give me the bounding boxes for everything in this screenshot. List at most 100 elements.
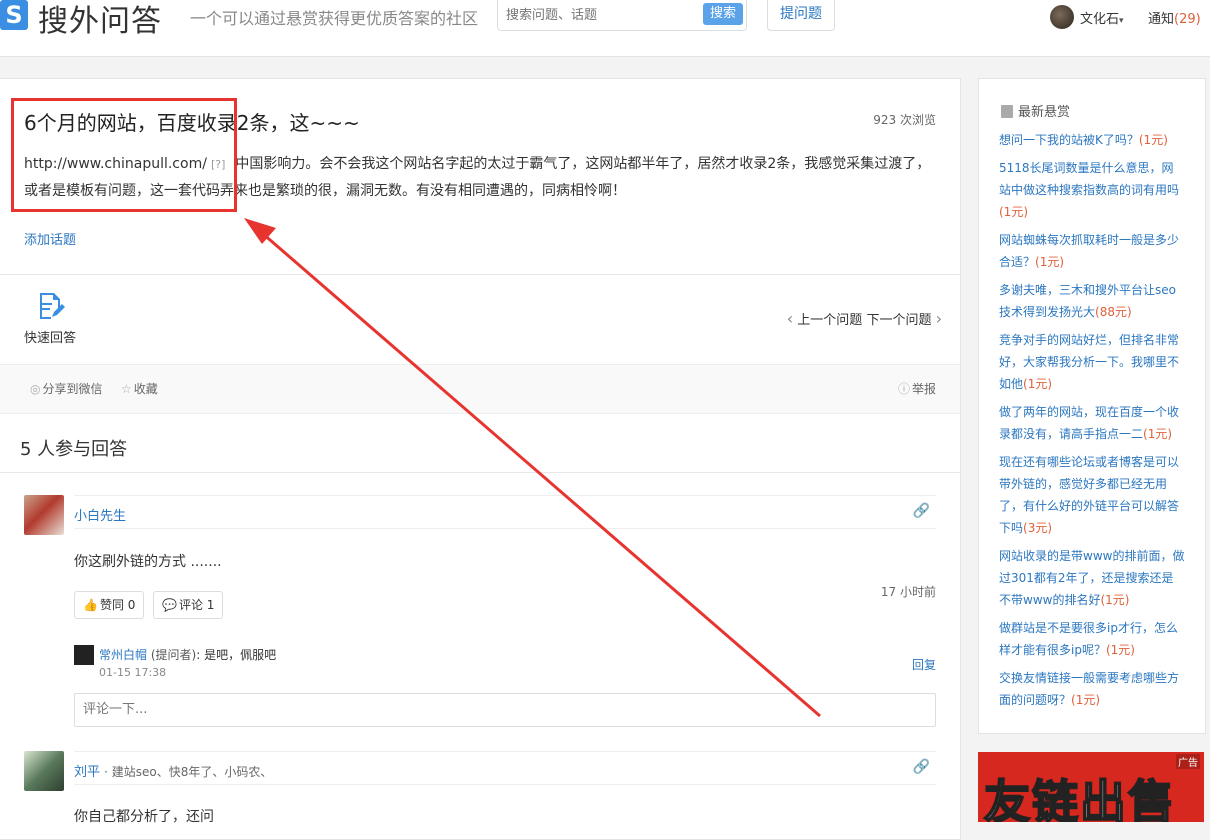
bounty-reward: (1元) bbox=[1023, 377, 1053, 391]
notify-count: (29) bbox=[1174, 12, 1201, 27]
search-button[interactable]: 搜索 bbox=[703, 3, 743, 25]
divider bbox=[0, 274, 960, 275]
bounty-item[interactable]: 做群站是不是要很多ip才行，怎么样才能有很多ip呢？(1元) bbox=[999, 617, 1185, 661]
bounty-title[interactable]: 多谢夫唯，三木和搜外平台让seo技术得到发扬光大 bbox=[999, 283, 1176, 319]
bounty-item[interactable]: 网站收录的是带www的排前面，做过301都有2年了，还是搜索还是不带www的排名… bbox=[999, 545, 1185, 611]
bounty-item[interactable]: 交换友情链接一般需要考虑哪些方面的问题呀？(1元) bbox=[999, 667, 1185, 711]
bounty-list: 想问一下我的站被K了吗？(1元) 5118长尾词数量是什么意思，网站中做这种搜索… bbox=[999, 129, 1185, 717]
ad-tag: 广告 bbox=[1176, 754, 1200, 769]
bounty-reward: (1元) bbox=[1035, 255, 1065, 269]
sig-separator: · bbox=[104, 765, 112, 779]
divider bbox=[0, 472, 960, 473]
favorite-label: 收藏 bbox=[133, 382, 158, 396]
question-navigation: ‹ 上一个问题 下一个问题 › bbox=[787, 309, 942, 328]
commenter-role: (提问者) bbox=[150, 648, 197, 662]
search-input[interactable] bbox=[504, 5, 698, 25]
logo-icon[interactable]: S bbox=[0, 0, 28, 30]
report-button[interactable]: ⓘ 举报 bbox=[898, 380, 936, 397]
search-box: 搜索 bbox=[497, 0, 747, 31]
commenter-name[interactable]: 常州白帽 bbox=[99, 648, 147, 662]
bounty-item[interactable]: 多谢夫唯，三木和搜外平台让seo技术得到发扬光大(88元) bbox=[999, 279, 1185, 323]
comment-avatar[interactable] bbox=[74, 645, 94, 665]
comment-time: 01-15 17:38 bbox=[99, 666, 167, 679]
answer-text: 你这刷外链的方式 ....... bbox=[74, 554, 222, 570]
comment-label: 评论 1 bbox=[178, 598, 215, 612]
annotation-highlight-box bbox=[11, 98, 237, 212]
bounty-title[interactable]: 网站蜘蛛每次抓取耗时一般是多少合适？ bbox=[999, 233, 1179, 269]
answerer-name[interactable]: 小白先生 bbox=[74, 505, 126, 524]
bounty-reward: (1元) bbox=[1100, 593, 1130, 607]
divider bbox=[74, 751, 936, 752]
user-avatar[interactable] bbox=[1050, 5, 1074, 29]
answer-avatar[interactable] bbox=[24, 495, 64, 535]
bounty-reward: (3元) bbox=[1023, 521, 1053, 535]
comment-input-box bbox=[74, 693, 936, 727]
comment-button[interactable]: 💬 评论 1 bbox=[153, 591, 224, 619]
link-icon[interactable]: 🔗 bbox=[913, 759, 930, 775]
answer-text: 你自己都分析了，还问 bbox=[74, 809, 214, 825]
question-actions-bar: ◎ 分享到微信 ☆ 收藏 ⓘ 举报 bbox=[0, 364, 960, 414]
comment-icon: 💬 bbox=[162, 598, 177, 612]
view-count: 923 次浏览 bbox=[873, 113, 936, 127]
sidebar-title-text: 最新悬赏 bbox=[1018, 105, 1071, 120]
divider bbox=[74, 784, 936, 785]
divider bbox=[74, 528, 936, 529]
comment-input[interactable] bbox=[81, 701, 925, 718]
sidebar-bounties: 最新悬赏 想问一下我的站被K了吗？(1元) 5118长尾词数量是什么意思，网站中… bbox=[978, 78, 1206, 734]
bounty-title[interactable]: 做群站是不是要很多ip才行，怎么样才能有很多ip呢？ bbox=[999, 621, 1178, 657]
comment-text: : 是吧，佩服吧 bbox=[196, 648, 277, 662]
bounty-reward: (1元) bbox=[1105, 643, 1135, 657]
like-label: 赞同 0 bbox=[99, 598, 136, 612]
answers-count: 5 人参与回答 bbox=[20, 439, 128, 460]
report-label: 举报 bbox=[911, 382, 936, 396]
bounty-title[interactable]: 5118长尾词数量是什么意思，网站中做这种搜索指数高的词有用吗 bbox=[999, 161, 1179, 197]
user-menu[interactable]: 文化石▾ bbox=[1080, 8, 1124, 27]
favorite-button[interactable]: ☆ 收藏 bbox=[121, 380, 158, 397]
ad-banner[interactable]: 友链出售 广告 bbox=[978, 752, 1204, 822]
bounty-item[interactable]: 竞争对手的网站好烂，但排名非常好，大家帮我分析一下。我哪里不如他(1元) bbox=[999, 329, 1185, 395]
caret-down-icon: ▾ bbox=[1119, 16, 1124, 26]
prev-question-link[interactable]: 上一个问题 bbox=[797, 313, 862, 328]
bounty-item[interactable]: 做了两年的网站，现在百度一个收录都没有，请高手指点一二(1元) bbox=[999, 401, 1185, 445]
bounty-reward: (1元) bbox=[1138, 133, 1168, 147]
user-name: 文化石 bbox=[1080, 12, 1120, 27]
like-button[interactable]: 👍 赞同 0 bbox=[74, 591, 145, 619]
bounty-item[interactable]: 网站蜘蛛每次抓取耗时一般是多少合适？(1元) bbox=[999, 229, 1185, 273]
bounty-reward: (1元) bbox=[1071, 693, 1101, 707]
notifications-link[interactable]: 通知(29) bbox=[1148, 8, 1201, 27]
link-icon[interactable]: 🔗 bbox=[913, 503, 930, 519]
bounty-reward: (1元) bbox=[999, 205, 1028, 219]
info-icon: ⓘ bbox=[897, 382, 910, 396]
sidebar-title: 最新悬赏 bbox=[1001, 101, 1070, 120]
share-wechat-button[interactable]: ◎ 分享到微信 bbox=[30, 380, 103, 397]
answerer-name[interactable]: 刘平 bbox=[74, 765, 100, 780]
answer-avatar[interactable] bbox=[24, 751, 64, 791]
comment-line: 常州白帽 (提问者): 是吧，佩服吧 bbox=[99, 646, 276, 663]
wechat-icon: ◎ bbox=[30, 382, 41, 396]
answerer-signature: 建站seo、快8年了、小码农、 bbox=[111, 765, 273, 779]
bounty-reward: (88元) bbox=[1095, 305, 1132, 319]
reply-link[interactable]: 回复 bbox=[912, 656, 936, 673]
bounty-title[interactable]: 想问一下我的站被K了吗？ bbox=[999, 133, 1139, 147]
bounty-reward: (1元) bbox=[1143, 427, 1173, 441]
bounty-icon bbox=[1001, 105, 1013, 118]
add-topic-link[interactable]: 添加话题 bbox=[24, 229, 76, 248]
bounty-item[interactable]: 想问一下我的站被K了吗？(1元) bbox=[999, 129, 1185, 151]
star-icon: ☆ bbox=[121, 382, 132, 396]
quick-answer-label[interactable]: 快速回答 bbox=[24, 327, 76, 346]
ask-question-button[interactable]: 提问题 bbox=[767, 0, 835, 31]
chevron-right-icon: › bbox=[935, 309, 942, 328]
answerer-name-line: 刘平 · 建站seo、快8年了、小码农、 bbox=[74, 761, 272, 780]
top-navbar: S 搜外问答 一个可以通过悬赏获得更优质答案的社区 搜索 提问题 文化石▾ 通知… bbox=[0, 0, 1210, 57]
chevron-left-icon: ‹ bbox=[786, 309, 794, 328]
bounty-title[interactable]: 网站收录的是带www的排前面，做过301都有2年了，还是搜索还是不带www的排名… bbox=[999, 549, 1184, 607]
next-question-link[interactable]: 下一个问题 bbox=[866, 313, 931, 328]
divider bbox=[74, 495, 936, 496]
bounty-item[interactable]: 现在还有哪些论坛或者博客是可以带外链的，感觉好多都已经无用了，有什么好的外链平台… bbox=[999, 451, 1185, 539]
notify-label: 通知 bbox=[1148, 12, 1175, 27]
answer-time: 17 小时前 bbox=[880, 585, 936, 599]
ad-banner-text: 友链出售 bbox=[983, 774, 1176, 822]
quick-answer-icon[interactable] bbox=[36, 291, 66, 321]
site-logo-text[interactable]: 搜外问答 bbox=[38, 0, 162, 40]
bounty-item[interactable]: 5118长尾词数量是什么意思，网站中做这种搜索指数高的词有用吗 (1元) bbox=[999, 157, 1185, 223]
